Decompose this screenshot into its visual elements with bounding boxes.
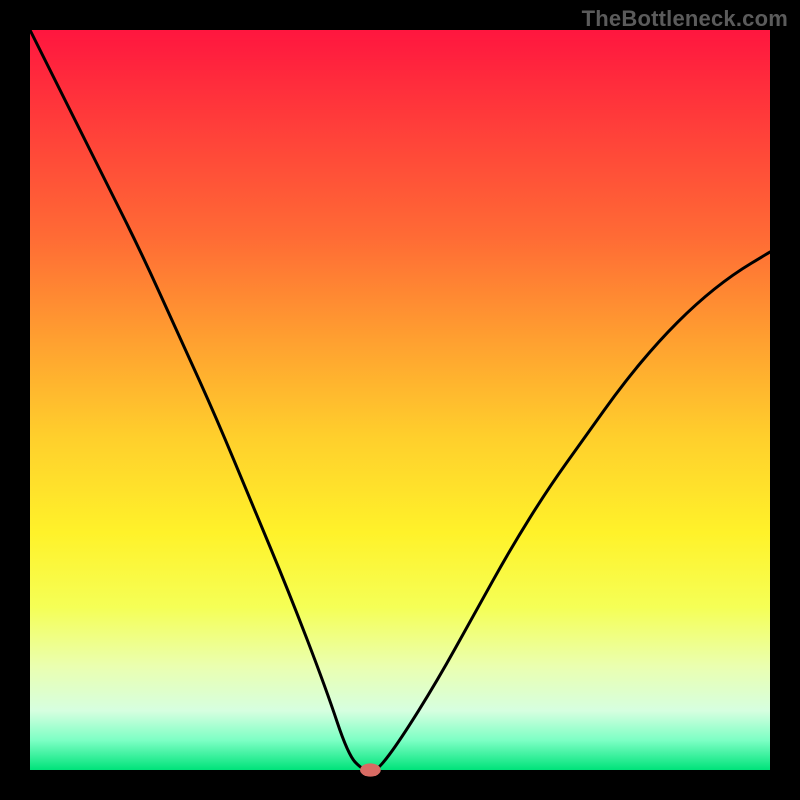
chart-frame: TheBottleneck.com (0, 0, 800, 800)
bottleneck-curve (30, 30, 770, 770)
optimum-marker (360, 763, 381, 776)
chart-svg (30, 30, 770, 770)
plot-area (30, 30, 770, 770)
watermark-text: TheBottleneck.com (582, 6, 788, 32)
